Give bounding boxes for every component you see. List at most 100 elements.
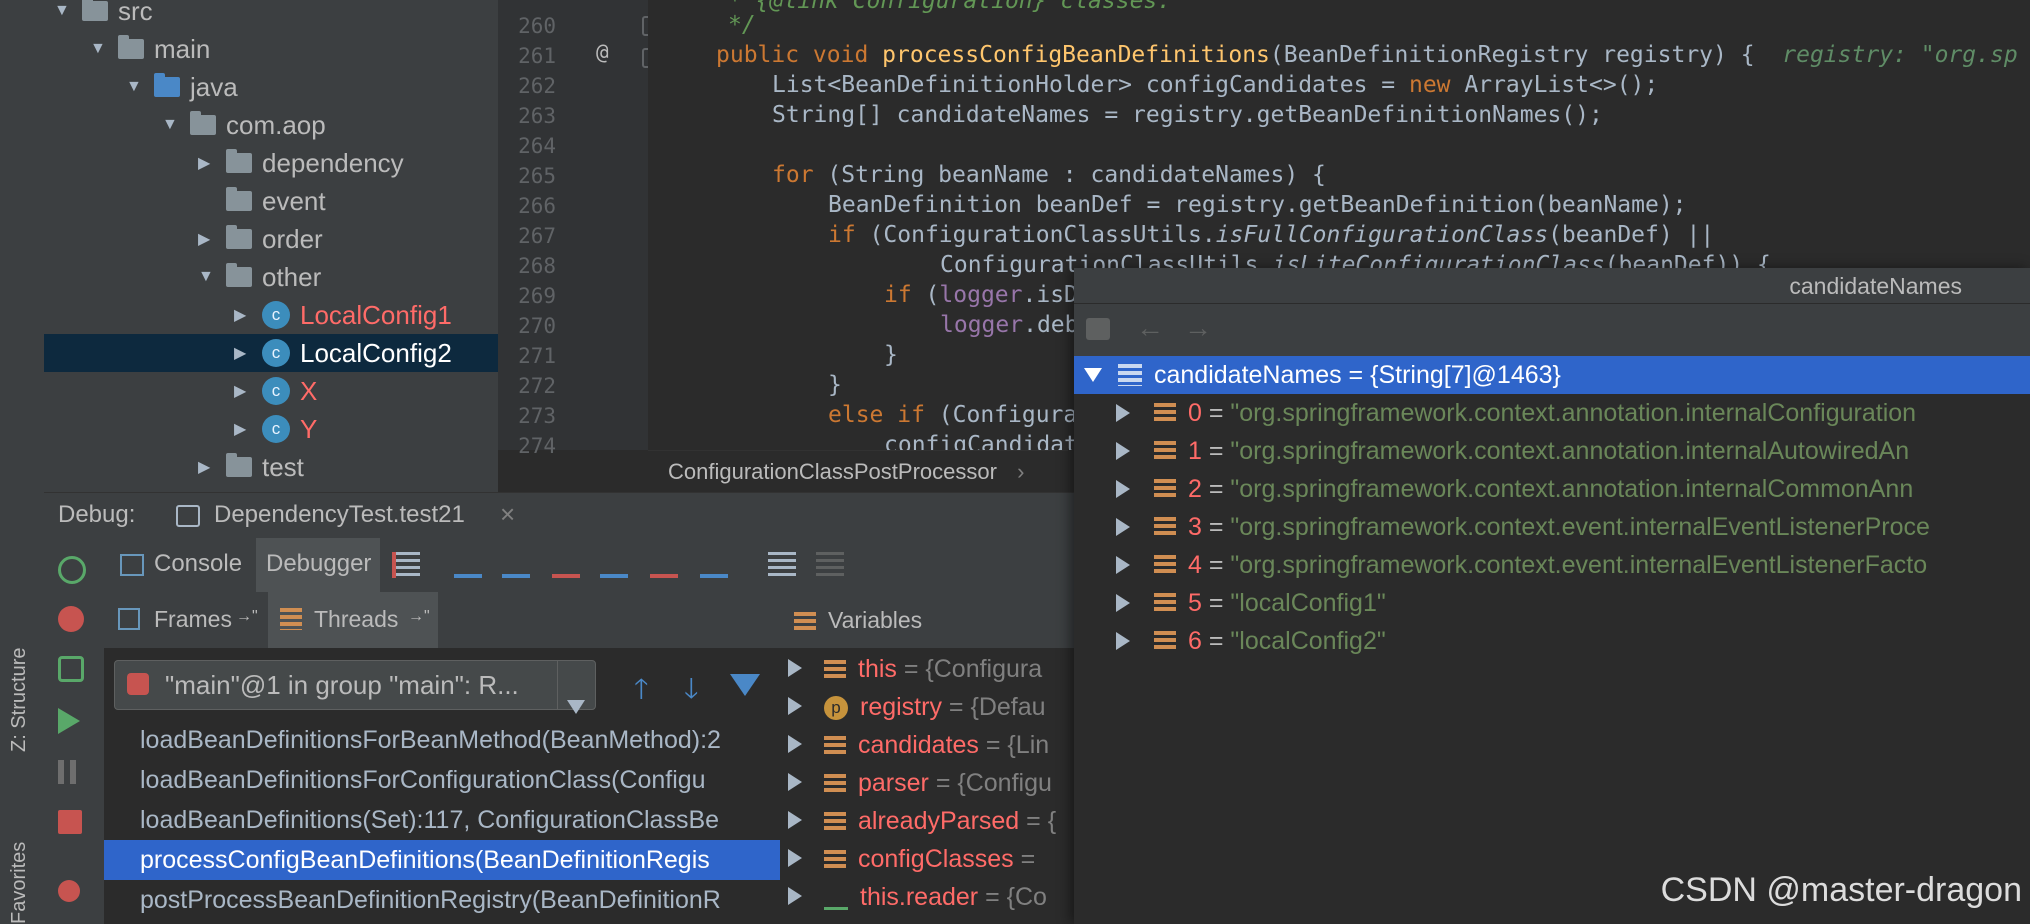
tree-node-src[interactable]: ▼ src [54, 0, 153, 30]
variable-row[interactable]: candidates = {Lin [788, 726, 1049, 764]
expand-arrow-icon [788, 735, 802, 753]
line-number: 273 [518, 404, 556, 428]
breadcrumb-class[interactable]: ConfigurationClassPostProcessor [668, 459, 997, 484]
forward-arrow-icon[interactable]: → [1184, 312, 1212, 344]
step-over-icon[interactable] [454, 552, 482, 578]
package-icon [226, 225, 252, 249]
element-icon [1154, 517, 1176, 537]
mute-breakpoints-icon[interactable] [58, 880, 80, 902]
run-to-cursor-icon[interactable] [700, 552, 728, 578]
popup-item-row[interactable]: 0 = "org.springframework.context.annotat… [1074, 394, 2030, 432]
thread-suspended-icon [127, 673, 149, 695]
collapse-arrow-icon[interactable]: ▶ [234, 381, 262, 401]
tab-console[interactable]: Console [154, 550, 242, 578]
restore-layout-icon[interactable] [58, 656, 84, 682]
expand-arrow-icon[interactable]: ▼ [198, 268, 226, 286]
expand-arrow-icon[interactable]: ▼ [126, 78, 154, 96]
trace-icon[interactable] [816, 552, 844, 578]
pause-icon[interactable] [58, 760, 64, 784]
expand-arrow-icon [1116, 632, 1130, 650]
line-number: 271 [518, 344, 556, 368]
tree-node-java[interactable]: ▼ java [126, 68, 238, 106]
drop-frame-icon[interactable] [650, 552, 678, 578]
expand-arrow-icon[interactable]: ▼ [90, 40, 118, 58]
tree-node-y[interactable]: ▶ c Y [234, 410, 317, 448]
frame-row[interactable]: postProcessBeanDefinitionRegistry(BeanDe… [104, 880, 780, 920]
expand-arrow-icon[interactable]: ▼ [162, 116, 190, 134]
tree-node-other[interactable]: ▼ other [198, 258, 321, 296]
collapse-arrow-icon[interactable]: ▶ [198, 457, 226, 477]
frame-row[interactable]: loadBeanDefinitionsForConfigurationClass… [104, 760, 780, 800]
popup-title: candidateNames [1074, 268, 2030, 304]
collapse-arrow-icon[interactable]: ▶ [198, 153, 226, 173]
back-arrow-icon[interactable]: ← [1136, 312, 1164, 344]
close-icon[interactable]: × [500, 499, 515, 530]
rerun-icon[interactable] [58, 556, 86, 584]
next-frame-icon[interactable]: 🡓 [684, 668, 699, 716]
popup-item-row[interactable]: 5 = "localConfig1" [1074, 584, 2030, 622]
tree-node-x[interactable]: ▶ c X [234, 372, 317, 410]
collapse-arrow-icon[interactable]: ▶ [234, 419, 262, 439]
filter-icon[interactable] [730, 674, 760, 696]
override-marker-icon[interactable]: @ [596, 40, 609, 64]
variable-row[interactable]: alreadyParsed = { [788, 802, 1056, 840]
pin-icon[interactable]: →" [408, 608, 430, 626]
thread-selector[interactable]: "main"@1 in group "main": R... [114, 660, 596, 714]
popup-root-row[interactable]: candidateNames = {String[7]@1463} [1074, 356, 2030, 394]
collapse-arrow-icon[interactable]: ▶ [234, 343, 262, 363]
popup-item-row[interactable]: 1 = "org.springframework.context.annotat… [1074, 432, 2030, 470]
breadcrumb[interactable]: ConfigurationClassPostProcessor › [648, 450, 1068, 492]
collapse-arrow-icon[interactable]: ▶ [234, 305, 262, 325]
evaluate-expression-icon[interactable] [768, 552, 796, 578]
step-out-icon[interactable] [600, 552, 628, 578]
line-number: 266 [518, 194, 556, 218]
frame-row-selected[interactable]: processConfigBeanDefinitions(BeanDefinit… [104, 840, 780, 880]
editor-gutter: 260 261 262 263 264 265 266 267 268 269 … [498, 0, 658, 458]
popup-root-label: candidateNames = {String[7]@1463} [1154, 361, 1561, 389]
variable-row[interactable]: configClasses = [788, 840, 1035, 878]
folder-icon [82, 0, 108, 21]
tree-node-localconfig1[interactable]: ▶ c LocalConfig1 [234, 296, 452, 334]
variable-row[interactable]: p registry = {Defau [788, 688, 1046, 726]
tree-node-event[interactable]: event [226, 182, 326, 220]
step-into-icon[interactable] [502, 552, 530, 578]
field-icon [824, 736, 846, 757]
debug-session-tab[interactable]: DependencyTest.test21 [214, 501, 465, 529]
variable-row[interactable]: this.reader = {Co [788, 878, 1047, 916]
divider [557, 661, 558, 709]
popup-item-row[interactable]: 2 = "org.springframework.context.annotat… [1074, 470, 2030, 508]
variable-row[interactable]: this = {Configura [788, 650, 1042, 688]
popup-item-row[interactable]: 6 = "localConfig2" [1074, 622, 2030, 660]
collapse-arrow-icon[interactable] [1084, 368, 1102, 382]
collapse-arrow-icon[interactable]: ▶ [198, 229, 226, 249]
tree-node-com-aop[interactable]: ▼ com.aop [162, 106, 326, 144]
stop-icon[interactable] [58, 810, 82, 834]
frame-row[interactable]: loadBeanDefinitionsForBeanMethod(BeanMet… [104, 720, 780, 760]
line-number: 274 [518, 434, 556, 458]
tree-node-dependency[interactable]: ▶ dependency [198, 144, 404, 182]
favorites-tab[interactable]: Favorites [8, 842, 31, 924]
pin-icon[interactable]: →" [236, 608, 258, 626]
tree-node-main[interactable]: ▼ main [90, 30, 210, 68]
tree-node-test[interactable]: ▶ test [198, 448, 304, 486]
structure-tab[interactable]: Z: Structure [8, 648, 31, 752]
tab-debugger[interactable]: Debugger [266, 550, 371, 578]
popup-item-row[interactable]: 3 = "org.springframework.context.event.i… [1074, 508, 2030, 546]
watermark: CSDN @master-dragon [1660, 871, 2022, 909]
expand-arrow-icon[interactable]: ▼ [54, 2, 82, 20]
view-breakpoints-icon[interactable] [58, 606, 84, 632]
frame-row[interactable]: loadBeanDefinitions(Set):117, Configurat… [104, 800, 780, 840]
force-step-into-icon[interactable] [552, 552, 580, 578]
thread-value: "main"@1 in group "main": R... [165, 670, 519, 700]
tab-threads[interactable]: Threads [314, 606, 398, 633]
variable-row[interactable]: parser = {Configu [788, 764, 1052, 802]
resume-icon[interactable] [58, 708, 80, 734]
previous-frame-icon[interactable]: 🡑 [634, 668, 649, 716]
show-execution-point-icon[interactable] [392, 552, 420, 578]
tab-frames[interactable]: Frames [154, 606, 232, 633]
bookmark-icon[interactable] [1086, 318, 1110, 340]
tree-node-localconfig2[interactable]: ▶ c LocalConfig2 [234, 334, 452, 372]
code-line-271: } [884, 342, 898, 368]
tree-node-order[interactable]: ▶ order [198, 220, 323, 258]
popup-item-row[interactable]: 4 = "org.springframework.context.event.i… [1074, 546, 2030, 584]
